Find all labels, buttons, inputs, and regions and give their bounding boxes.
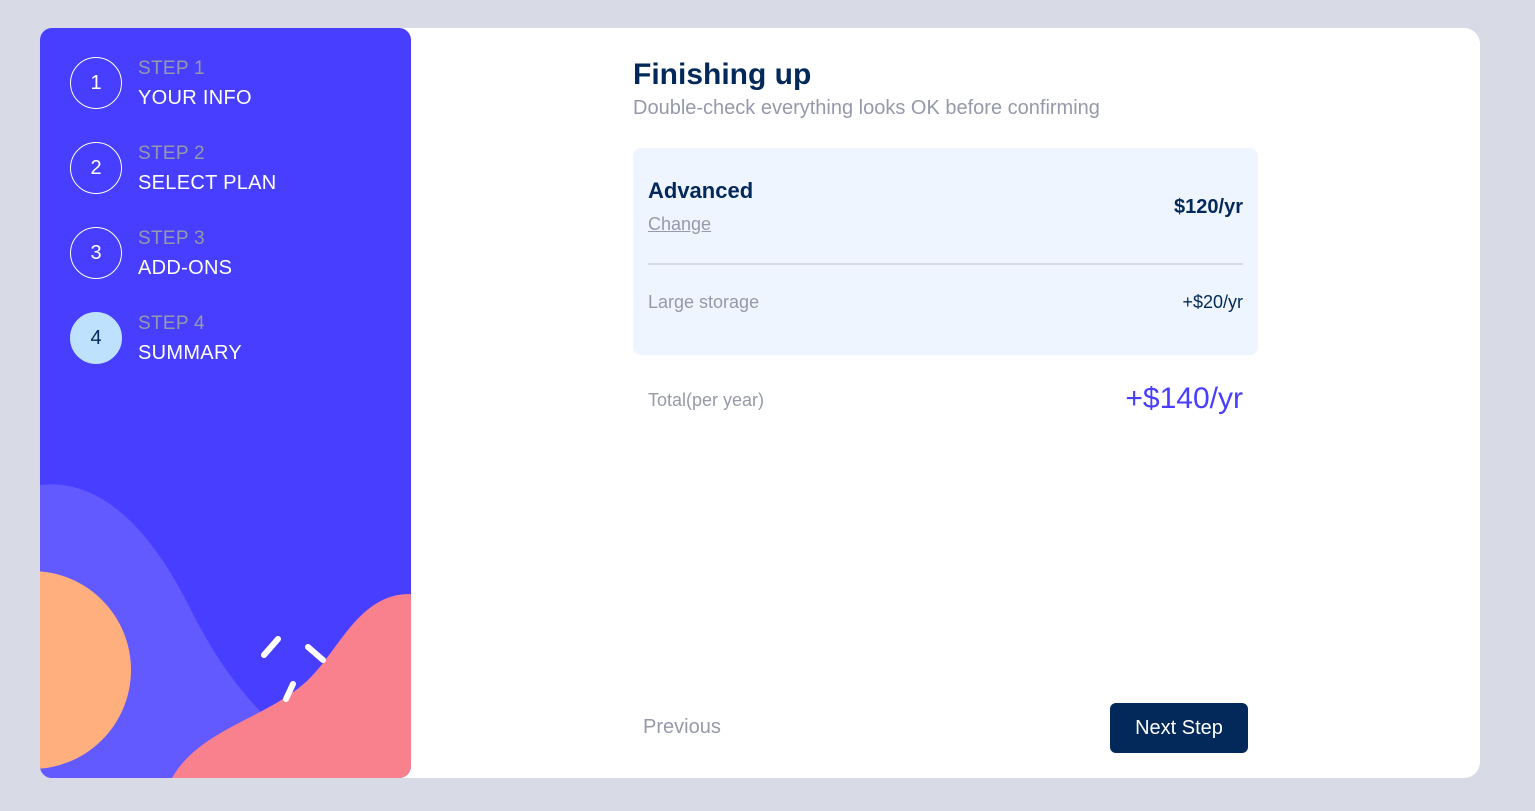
step-kicker: STEP 2 <box>138 143 205 164</box>
page-title: Finishing up <box>633 58 812 91</box>
step-kicker: STEP 3 <box>138 228 205 249</box>
step-title: SELECT PLAN <box>138 172 277 194</box>
plan-price: $120/yr <box>1174 196 1243 218</box>
step-number-circle-active: 4 <box>70 312 122 364</box>
change-plan-link[interactable]: Change <box>648 214 711 235</box>
sidebar-step-3[interactable]: 3 STEP 3 ADD-ONS <box>70 227 390 279</box>
sidebar-decoration <box>40 484 411 778</box>
plan-name: Advanced <box>648 178 754 203</box>
order-summary-box: Advanced Change $120/yr Large storage +$… <box>633 148 1258 355</box>
next-step-button[interactable]: Next Step <box>1110 703 1248 753</box>
step-title: YOUR INFO <box>138 87 252 109</box>
addon-name: Large storage <box>648 292 760 312</box>
step-title: SUMMARY <box>138 342 242 364</box>
step-kicker: STEP 4 <box>138 313 205 334</box>
addon-price: +$20/yr <box>1182 292 1243 312</box>
step-title: ADD-ONS <box>138 257 233 279</box>
step-sidebar: 1 STEP 1 YOUR INFO 2 STEP 2 SELECT PLAN … <box>40 28 411 778</box>
summary-divider <box>648 263 1243 265</box>
total-value: +$140/yr <box>1125 382 1243 415</box>
step-number-circle: 2 <box>70 142 122 194</box>
step-kicker: STEP 1 <box>138 58 205 79</box>
sidebar-step-4[interactable]: 4 STEP 4 SUMMARY <box>70 312 390 364</box>
sidebar-step-1[interactable]: 1 STEP 1 YOUR INFO <box>70 57 390 109</box>
total-label: Total(per year) <box>648 390 765 410</box>
step-number-circle: 1 <box>70 57 122 109</box>
step-number-circle: 3 <box>70 227 122 279</box>
sidebar-step-2[interactable]: 2 STEP 2 SELECT PLAN <box>70 142 390 194</box>
previous-button[interactable]: Previous <box>643 716 721 739</box>
summary-panel: Finishing up Double-check everything loo… <box>633 28 1258 778</box>
page-subtitle: Double-check everything looks OK before … <box>633 97 1100 119</box>
